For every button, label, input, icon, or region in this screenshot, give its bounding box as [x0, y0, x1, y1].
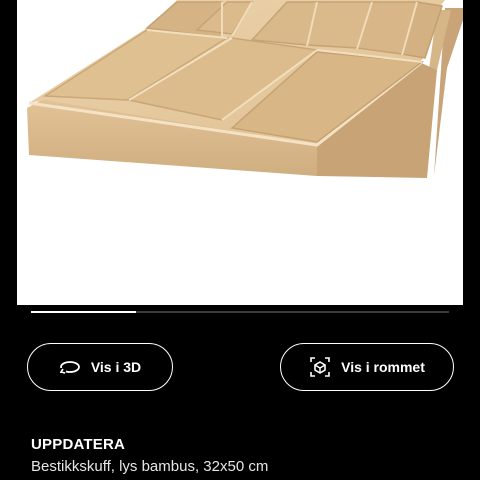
bamboo-cutlery-tray-image — [27, 0, 463, 178]
view-in-3d-button[interactable]: Vis i 3D — [27, 343, 173, 391]
rotate-3d-icon — [59, 356, 81, 378]
gallery-progress-track — [31, 311, 449, 313]
ar-room-icon — [309, 356, 331, 378]
view-in-3d-label: Vis i 3D — [90, 359, 142, 375]
view-in-room-button[interactable]: Vis i rommet — [280, 343, 454, 391]
product-image[interactable] — [17, 0, 463, 305]
product-page: Vis i 3D Vis i rommet UPPDATERA Bestikks… — [0, 0, 480, 480]
gallery-progress-fill — [31, 311, 136, 313]
product-name: UPPDATERA — [31, 436, 126, 453]
product-description: Bestikkskuff, lys bambus, 32x50 cm — [31, 458, 269, 475]
view-in-room-label: Vis i rommet — [341, 359, 425, 375]
